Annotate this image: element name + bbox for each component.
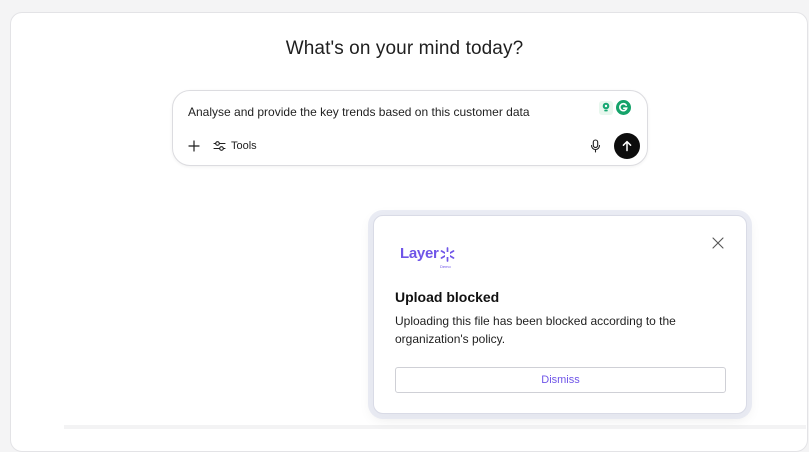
close-icon[interactable] bbox=[711, 236, 725, 250]
dialog-title: Upload blocked bbox=[395, 289, 500, 305]
grammarly-extension-icon[interactable] bbox=[616, 100, 631, 115]
voice-input-button[interactable] bbox=[587, 138, 603, 154]
composer-toolbar: Tools bbox=[185, 137, 259, 155]
dismiss-button[interactable]: Dismiss bbox=[395, 367, 726, 393]
layer-logo: Layer Demo bbox=[400, 245, 455, 269]
tools-label: Tools bbox=[231, 140, 257, 152]
logo-subtext: Demo bbox=[440, 264, 451, 269]
arrow-up-icon bbox=[622, 140, 632, 152]
tools-button[interactable]: Tools bbox=[211, 138, 259, 154]
plus-icon bbox=[188, 140, 200, 152]
add-attachment-button[interactable] bbox=[185, 137, 203, 155]
extension-icons bbox=[599, 100, 631, 115]
microphone-icon bbox=[590, 139, 600, 153]
content-divider bbox=[64, 425, 806, 429]
upload-blocked-dialog: Layer Demo Upload blocked Uploading this… bbox=[373, 215, 747, 414]
prompt-composer[interactable]: Analyse and provide the key trends based… bbox=[172, 90, 648, 166]
page-title: What's on your mind today? bbox=[285, 38, 524, 59]
send-button[interactable] bbox=[614, 133, 640, 159]
asterisk-logo-icon bbox=[440, 247, 454, 262]
dialog-message: Uploading this file has been blocked acc… bbox=[395, 314, 676, 346]
sliders-icon bbox=[213, 141, 226, 151]
logo-text: Layer bbox=[400, 245, 439, 262]
lightbulb-extension-icon[interactable] bbox=[599, 100, 613, 115]
prompt-input[interactable]: Analyse and provide the key trends based… bbox=[188, 105, 588, 119]
